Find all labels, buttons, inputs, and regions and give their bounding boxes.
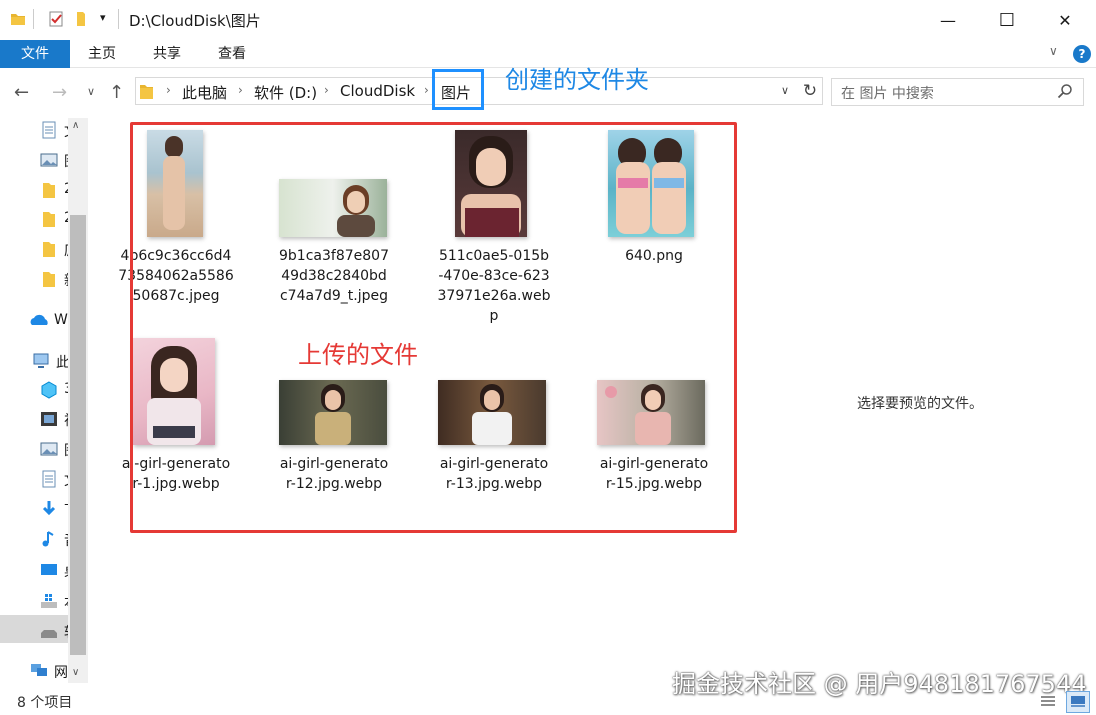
customize-toolbar-icon[interactable]: ▾ (100, 11, 106, 24)
large-icons-view-icon (1071, 696, 1085, 707)
title-bar: ▾ D:\CloudDisk\图片 — ☐ ✕ (0, 0, 1096, 40)
large-icons-view-button[interactable] (1066, 691, 1090, 713)
tab-home[interactable]: 主页 (80, 40, 124, 68)
nav-item-label: 下 (64, 500, 68, 520)
uploaded-files-highlight (130, 122, 737, 533)
windows-drive-icon (41, 594, 57, 608)
this-pc-icon (33, 353, 49, 368)
tab-share[interactable]: 共享 (145, 40, 189, 68)
address-dropdown-button[interactable]: ∨ (781, 84, 789, 97)
ribbon-expand-icon[interactable]: ∨ (1049, 44, 1058, 58)
nav-item-label: 新 (64, 270, 68, 290)
breadcrumb-drive-d[interactable]: 软件 (D:) (254, 82, 317, 103)
breadcrumb-clouddisk[interactable]: CloudDisk (340, 82, 415, 100)
status-item-count: 8 个项目 (17, 695, 73, 711)
maximize-button[interactable]: ☐ (984, 0, 1030, 40)
network-icon (31, 664, 47, 676)
nav-item-label: 音 (64, 530, 68, 550)
document-icon (42, 121, 56, 139)
forward-button[interactable]: → (52, 82, 67, 103)
watermark: 掘金技术社区 @ 用户948181767544 (672, 670, 1087, 698)
document-icon (42, 470, 56, 488)
nav-item-label: 2 (64, 181, 68, 197)
folder-icon (43, 212, 55, 227)
close-button[interactable]: ✕ (1042, 0, 1088, 40)
properties-icon[interactable] (48, 11, 64, 27)
tab-view[interactable]: 查看 (210, 40, 254, 68)
picture-icon (40, 153, 58, 167)
nav-item-label: 3 (64, 381, 68, 397)
nav-item-label: 软 (64, 622, 68, 642)
minimize-button[interactable]: — (925, 0, 971, 40)
refresh-button[interactable]: ↻ (797, 78, 823, 104)
current-folder-highlight (432, 69, 484, 110)
help-button[interactable]: ? (1073, 45, 1091, 63)
nav-item-label: 本 (64, 592, 68, 612)
preview-placeholder: 选择要预览的文件。 (857, 396, 983, 412)
breadcrumb-separator: › (424, 83, 429, 97)
nav-item-label: W (54, 312, 68, 328)
search-icon[interactable] (1057, 83, 1073, 99)
folder-icon (43, 183, 55, 198)
recent-locations-button[interactable]: ∨ (87, 85, 95, 98)
folder-icon (43, 272, 55, 287)
back-button[interactable]: ← (14, 82, 29, 103)
nav-item-label: 视 (64, 410, 68, 430)
annotation-uploaded-files: 上传的文件 (298, 341, 418, 369)
breadcrumb-separator: › (238, 83, 243, 97)
nav-item-label: 庐 (64, 240, 68, 260)
scroll-up-icon[interactable]: ∧ (72, 120, 79, 131)
nav-scrollbar-thumb[interactable] (70, 215, 86, 655)
annotation-created-folder: 创建的文件夹 (505, 66, 649, 94)
3d-objects-icon (41, 381, 57, 399)
window-title: D:\CloudDisk\图片 (129, 12, 261, 30)
nav-item-label: 文 (64, 121, 68, 141)
folder-icon (43, 242, 55, 257)
scroll-down-icon[interactable]: ∨ (72, 667, 79, 678)
nav-item-label: 图 (64, 151, 68, 171)
download-icon (42, 501, 56, 516)
tab-file[interactable]: 文件 (0, 40, 70, 68)
nav-item-label: 网 (54, 665, 68, 681)
music-icon (42, 531, 54, 547)
folder-icon (140, 85, 153, 99)
up-button[interactable]: ↑ (109, 82, 124, 103)
breadcrumb-separator: › (324, 83, 329, 97)
video-icon (41, 412, 57, 426)
nav-item-label: 此 (56, 355, 68, 371)
onedrive-icon (30, 314, 48, 325)
search-input[interactable]: 在 图片 中搜索 (841, 83, 934, 103)
nav-item-label: 2 (64, 210, 68, 226)
breadcrumb-separator: › (166, 83, 171, 97)
folder-icon (11, 14, 25, 25)
desktop-icon (41, 564, 57, 575)
new-folder-icon[interactable] (74, 11, 90, 27)
divider (118, 9, 119, 29)
details-view-icon[interactable] (1040, 694, 1056, 710)
picture-icon (40, 442, 58, 456)
breadcrumb-this-pc[interactable]: 此电脑 (182, 82, 227, 103)
drive-icon (41, 630, 57, 638)
nav-item-label: 桌 (64, 561, 68, 581)
nav-item-label: 文 (64, 470, 68, 490)
divider (33, 9, 34, 29)
nav-item-label: 图 (64, 440, 68, 460)
